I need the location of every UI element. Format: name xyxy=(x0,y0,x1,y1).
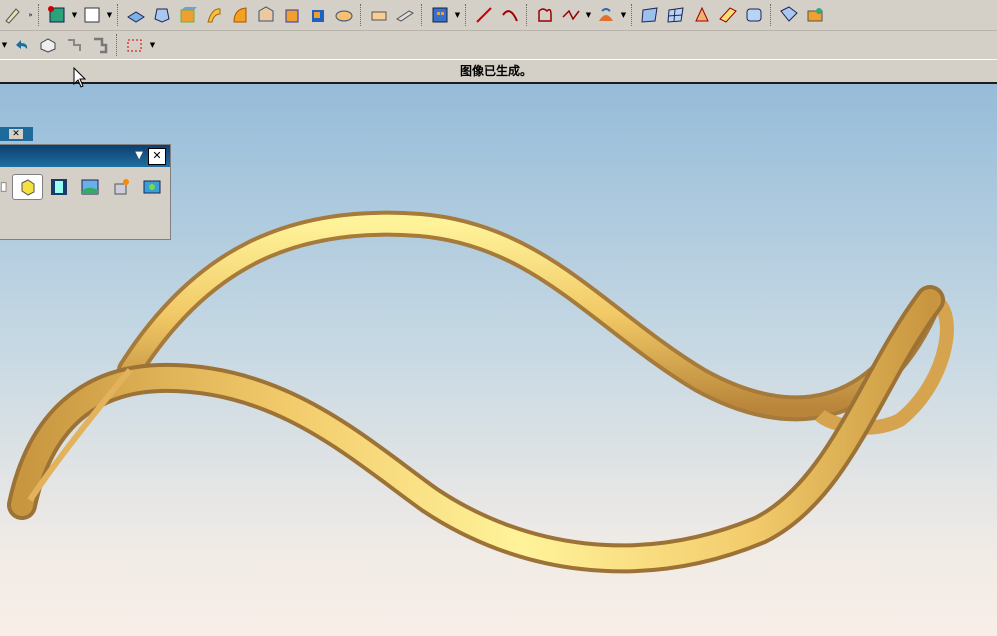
toolbar-separator xyxy=(116,33,119,56)
toolbar-separator xyxy=(465,4,468,26)
curve-boundary-icon[interactable] xyxy=(532,3,558,27)
docked-tab-strip: ✕ xyxy=(0,127,33,141)
ruled-surface-icon[interactable] xyxy=(715,3,741,27)
toolbar-separator xyxy=(421,4,424,26)
toolbar-separator xyxy=(526,4,529,26)
line-icon[interactable] xyxy=(471,3,497,27)
panel-icon-row xyxy=(0,167,170,200)
selection-box-icon[interactable] xyxy=(122,33,148,57)
dropdown-arrow-icon[interactable]: ▼ xyxy=(584,3,593,27)
blend-icon[interactable] xyxy=(253,3,279,27)
lighting-icon[interactable] xyxy=(105,174,136,200)
background-icon[interactable] xyxy=(74,174,105,200)
list-icon[interactable] xyxy=(0,174,12,200)
hole-icon[interactable] xyxy=(305,3,331,27)
surface-analysis-icon[interactable] xyxy=(593,3,619,27)
toolbar-separator xyxy=(631,4,634,26)
status-bar: 图像已生成。 xyxy=(0,59,997,84)
view-orient-icon[interactable] xyxy=(35,33,61,57)
undo-icon[interactable] xyxy=(9,33,35,57)
snap-point-icon[interactable] xyxy=(61,33,87,57)
toolbar-separator xyxy=(38,4,41,26)
pencil-icon[interactable] xyxy=(0,3,26,27)
dropdown-arrow-icon[interactable]: ▼ xyxy=(619,3,628,27)
move-icon[interactable] xyxy=(87,33,113,57)
offset-face-icon[interactable] xyxy=(392,3,418,27)
toolbar-separator xyxy=(770,4,773,26)
panel-menu-arrow-icon[interactable]: ▼ xyxy=(135,150,143,161)
render-toolbar-panel: ▼ ✕ xyxy=(0,144,171,240)
status-message: 图像已生成。 xyxy=(460,64,533,78)
overflow-chevron-icon[interactable]: » xyxy=(26,3,35,27)
pad-icon[interactable] xyxy=(331,3,357,27)
panel-close-button[interactable]: ✕ xyxy=(148,148,166,165)
tab-close-button[interactable]: ✕ xyxy=(9,129,23,139)
box-icon[interactable] xyxy=(175,3,201,27)
visual-effects-icon[interactable] xyxy=(136,174,167,200)
panel-title-bar[interactable]: ▼ ✕ xyxy=(0,145,170,167)
face-analysis-icon[interactable] xyxy=(776,3,802,27)
sketch-plane-icon[interactable] xyxy=(79,3,105,27)
dropdown-arrow-icon[interactable]: ▼ xyxy=(0,33,9,57)
view-settings-icon[interactable] xyxy=(802,3,828,27)
thicken-icon[interactable] xyxy=(366,3,392,27)
block-icon[interactable] xyxy=(279,3,305,27)
arc-icon[interactable] xyxy=(497,3,523,27)
toolbar-separator xyxy=(117,4,120,26)
dropdown-arrow-icon[interactable]: ▼ xyxy=(70,3,79,27)
shell-icon[interactable] xyxy=(227,3,253,27)
through-curves-icon[interactable] xyxy=(689,3,715,27)
mesh-surface-icon[interactable] xyxy=(663,3,689,27)
dropdown-arrow-icon[interactable]: ▼ xyxy=(105,3,114,27)
render-style-icon[interactable] xyxy=(12,174,43,200)
toolbar-separator xyxy=(360,4,363,26)
surface-grid-icon[interactable] xyxy=(637,3,663,27)
shaded-cube-icon[interactable] xyxy=(43,174,74,200)
revolve-icon[interactable] xyxy=(149,3,175,27)
secondary-toolbar: ▼ ▼ xyxy=(0,31,997,58)
mouse-cursor-icon xyxy=(73,67,87,88)
assembly-icon[interactable] xyxy=(427,3,453,27)
dropdown-arrow-icon[interactable]: ▼ xyxy=(148,33,157,57)
spline-icon[interactable] xyxy=(558,3,584,27)
swoop-surface-icon[interactable] xyxy=(741,3,767,27)
main-toolbar: » ▼ ▼ ▼ ▼ ▼ xyxy=(0,0,997,31)
extrude-icon[interactable] xyxy=(123,3,149,27)
point-icon[interactable] xyxy=(44,3,70,27)
dropdown-arrow-icon[interactable]: ▼ xyxy=(453,3,462,27)
swept-icon[interactable] xyxy=(201,3,227,27)
